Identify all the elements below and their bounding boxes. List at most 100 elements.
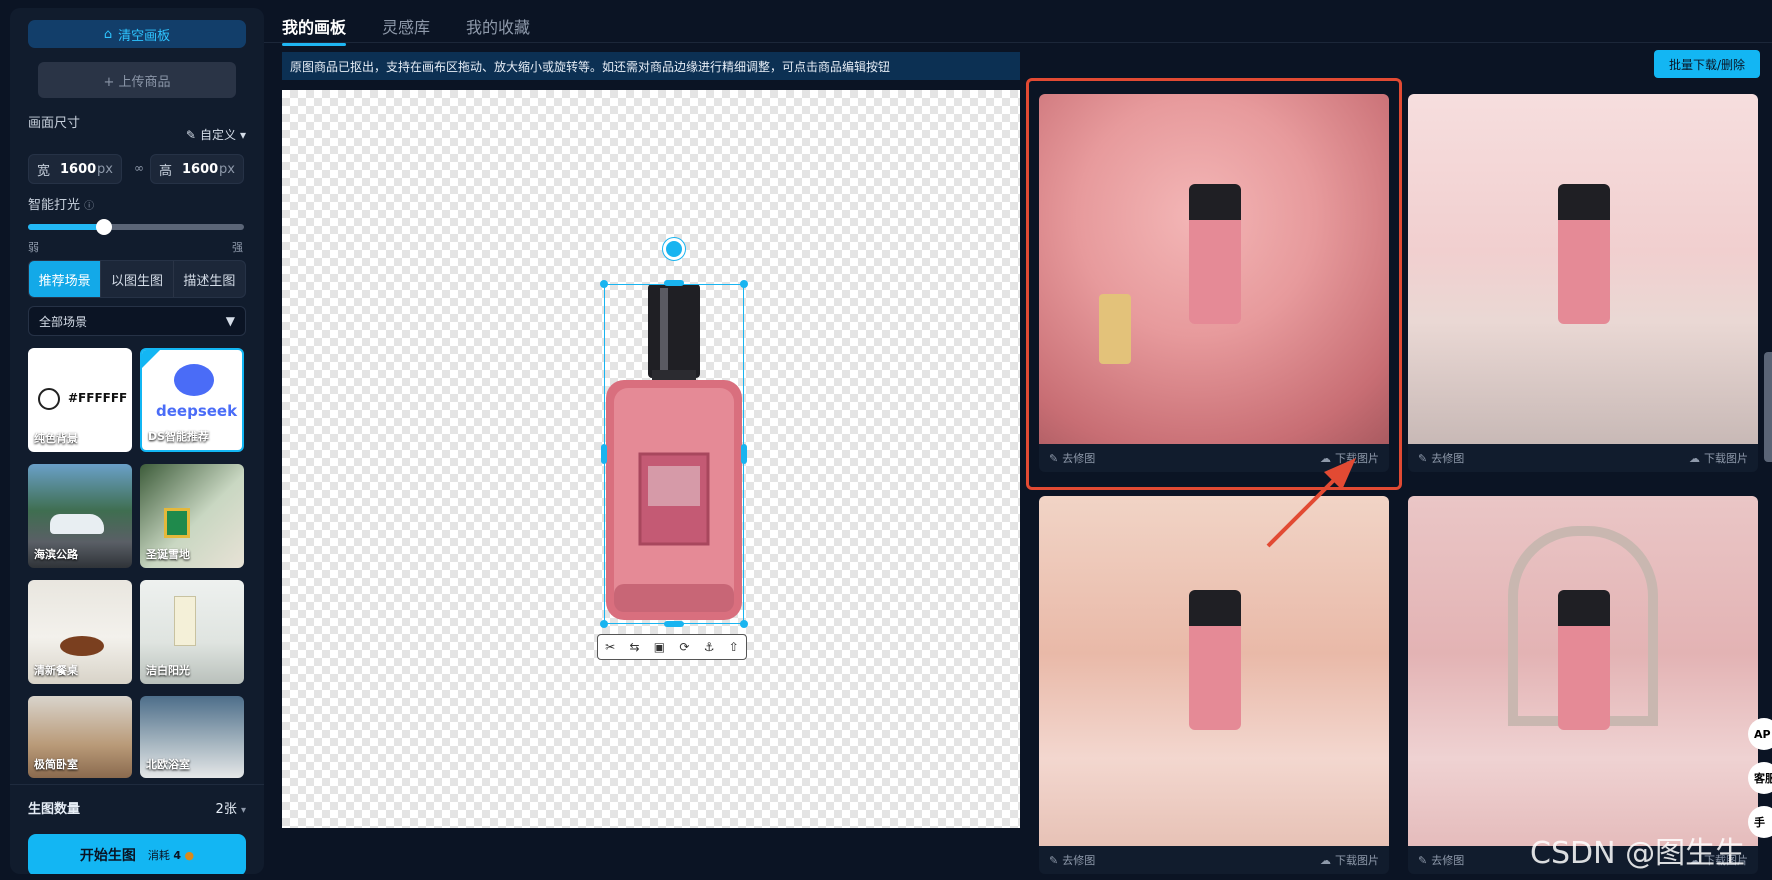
scene-tile-ds[interactable]: deepseek DS智能推荐	[140, 348, 244, 452]
batch-download-delete-button[interactable]: 批量下载/删除	[1654, 50, 1760, 78]
info-icon[interactable]: ⓘ	[84, 201, 94, 212]
layer-up-icon[interactable]: ⇧	[729, 640, 739, 654]
pencil-icon: ✎	[185, 127, 196, 142]
upload-product-button[interactable]: + 上传商品	[38, 62, 236, 98]
scene-tile-coast[interactable]: 海滨公路	[28, 464, 132, 568]
caret-down-icon: ▼	[225, 314, 235, 328]
perfume-shape	[1558, 590, 1610, 730]
cloud-download-icon: ☁	[1689, 451, 1700, 465]
scene-label: 洁白阳光	[146, 664, 190, 677]
scene-filter-select[interactable]: 全部场景 ▼	[28, 306, 246, 336]
resize-handle[interactable]	[600, 280, 608, 288]
flip-icon[interactable]: ⇆	[629, 640, 639, 654]
height-key: 高	[159, 163, 173, 179]
image-count-select[interactable]: 2张 ▾	[216, 798, 246, 817]
scene-label: DS智能推荐	[148, 430, 210, 443]
result-image[interactable]	[1408, 496, 1758, 846]
edit-image-action[interactable]: ✎ 去修图	[1418, 852, 1464, 868]
highlight-box	[1026, 78, 1402, 490]
edit-image-action[interactable]: ✎ 去修图	[1049, 852, 1095, 868]
lighting-slider-fill	[28, 224, 104, 230]
strong-label: 强	[232, 241, 243, 254]
scene-tile-bedroom[interactable]: 极简卧室	[28, 696, 132, 778]
rotate-icon[interactable]: ⟳	[679, 640, 689, 654]
result-card[interactable]: ✎ 去修图 ☁ 下载图片	[1408, 94, 1758, 472]
resize-handle[interactable]	[601, 444, 607, 464]
height-unit: px	[219, 161, 235, 177]
cloud-download-icon: ☁	[1320, 853, 1331, 867]
lighting-slider-thumb[interactable]	[95, 219, 112, 235]
start-generate-label: 开始生图	[79, 848, 136, 864]
lighting-slider[interactable]	[28, 219, 244, 235]
editing-canvas[interactable]: ✂ ⇆ ▣ ⟳ ⚓ ⇧	[282, 90, 1020, 828]
crop-edit-icon[interactable]: ✂	[605, 640, 615, 654]
resize-handle[interactable]	[741, 444, 747, 464]
scene-label: 海滨公路	[34, 548, 78, 561]
edit-image-action[interactable]: ✎ 去修图	[1418, 450, 1464, 466]
resize-handle[interactable]	[664, 280, 684, 286]
mobile-float-button[interactable]: 手	[1748, 806, 1772, 838]
anchor-icon[interactable]: ⚓	[704, 640, 715, 654]
result-card[interactable]: ✎ 去修图 ☁ 下载图片	[1039, 496, 1389, 874]
scene-tile-table[interactable]: 清新餐桌	[28, 580, 132, 684]
image-count-row: 生图数量 2张 ▾	[28, 798, 246, 817]
resize-handle[interactable]	[664, 621, 684, 627]
canvas-size-label: 画面尺寸	[28, 116, 81, 131]
scene-tile-christmas[interactable]: 圣诞雪地	[140, 464, 244, 568]
scene-label: 圣诞雪地	[146, 548, 190, 561]
download-label: 下载图片	[1704, 452, 1748, 465]
tab-divider	[264, 42, 1772, 43]
resize-handle[interactable]	[600, 620, 608, 628]
gift-shape	[164, 508, 190, 538]
custom-size-dropdown[interactable]: ✎ 自定义 ▾	[186, 126, 246, 143]
support-float-button[interactable]: 客服	[1748, 762, 1772, 794]
clear-canvas-button[interactable]: ⌂ 清空画板	[28, 20, 246, 48]
width-key: 宽	[37, 163, 51, 179]
start-generate-button[interactable]: 开始生图 消耗 4 ●	[28, 834, 246, 874]
height-value: 1600	[182, 161, 219, 177]
bottle-shape	[174, 596, 196, 646]
resize-handle[interactable]	[740, 620, 748, 628]
height-field[interactable]: 高 1600 px	[150, 154, 244, 184]
deepseek-logo: deepseek	[156, 402, 238, 420]
resize-handle[interactable]	[740, 280, 748, 288]
edit-icon: ✎	[1418, 451, 1428, 465]
scene-tile-sunlight[interactable]: 洁白阳光	[140, 580, 244, 684]
object-toolbar: ✂ ⇆ ▣ ⟳ ⚓ ⇧	[597, 634, 747, 660]
scene-tile-bathroom[interactable]: 北欧浴室	[140, 696, 244, 778]
api-float-button[interactable]: AP	[1748, 718, 1772, 750]
mobile-label: 手	[1754, 816, 1765, 829]
upload-product-label: + 上传商品	[103, 74, 171, 90]
scene-tile-solid[interactable]: #FFFFFF 纯色背景	[28, 348, 132, 452]
width-field[interactable]: 宽 1600 px	[28, 154, 122, 184]
fit-icon[interactable]: ▣	[654, 640, 665, 654]
cost-text: 消耗	[147, 849, 170, 862]
result-image[interactable]	[1408, 94, 1758, 444]
cost-label: 消耗 4 ●	[148, 847, 194, 863]
link-ratio-icon[interactable]: ∞	[134, 161, 144, 177]
download-image-action[interactable]: ☁ 下载图片	[1689, 450, 1748, 466]
notice-banner: 原图商品已抠出，支持在画布区拖动、放大缩小或旋转等。如还需对商品边缘进行精细调整…	[282, 52, 1020, 80]
lighting-label-text: 智能打光	[28, 198, 81, 213]
selected-corner	[142, 350, 160, 368]
rotate-handle-icon[interactable]	[663, 238, 685, 260]
selection-box[interactable]	[604, 284, 744, 624]
watermark: CSDN @图生生	[1530, 836, 1746, 871]
result-card[interactable]: ✎ 去修图 ☁ 下载图片	[1408, 496, 1758, 874]
scene-filter-value: 全部场景	[39, 314, 88, 329]
image-count-label: 生图数量	[28, 802, 81, 817]
width-unit: px	[97, 161, 113, 177]
perfume-shape	[1189, 590, 1241, 730]
tab-image-to-image[interactable]: 以图生图	[100, 261, 172, 297]
home-icon: ⌂	[103, 26, 113, 42]
tab-text-to-image[interactable]: 描述生图	[172, 261, 245, 297]
swatch-circle-icon	[38, 388, 60, 410]
dish-shape	[60, 636, 104, 656]
edit-label: 去修图	[1062, 854, 1096, 867]
download-image-action[interactable]: ☁ 下载图片	[1320, 852, 1379, 868]
edit-label: 去修图	[1431, 854, 1465, 867]
edit-label: 去修图	[1431, 452, 1465, 465]
scrollbar[interactable]	[1764, 352, 1772, 462]
perfume-shape	[1558, 184, 1610, 324]
tab-recommended-scene[interactable]: 推荐场景	[29, 261, 101, 297]
